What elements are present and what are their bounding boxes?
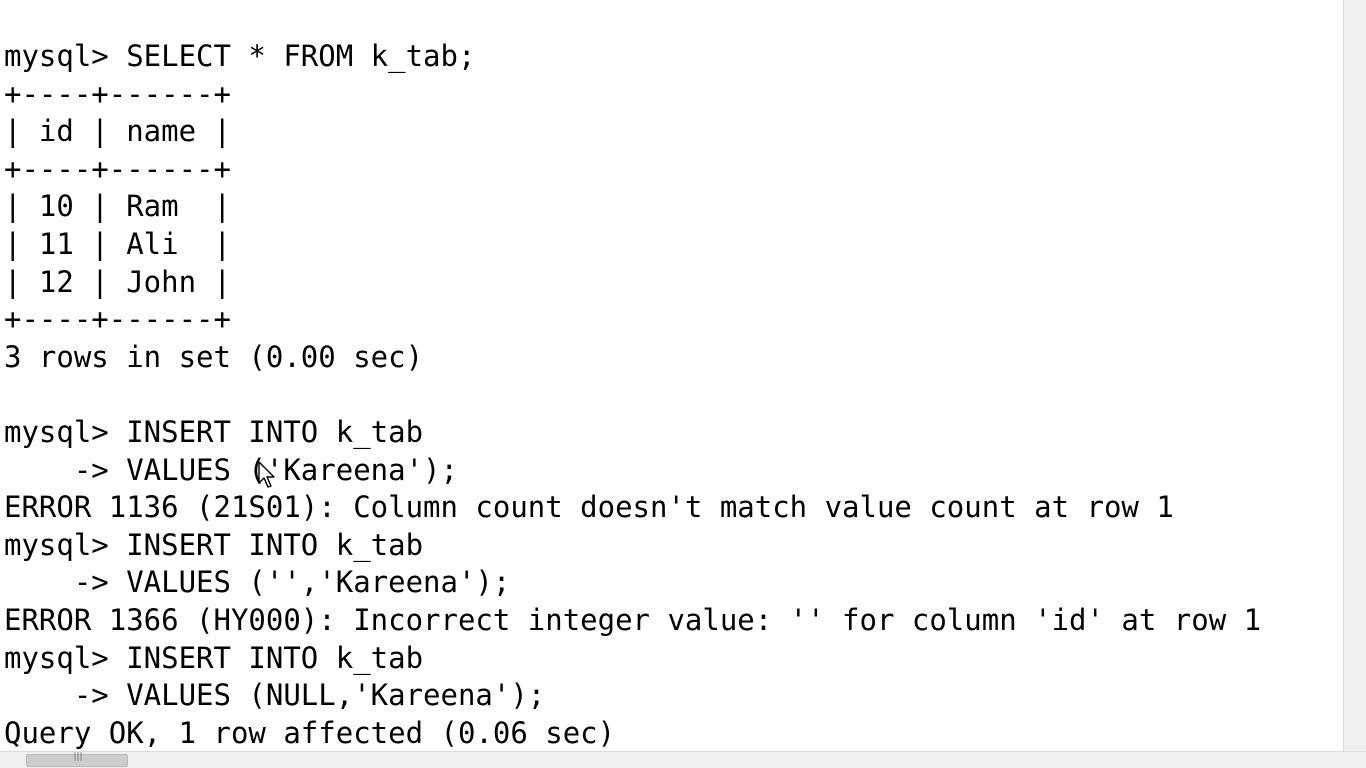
vertical-scrollbar[interactable] <box>1343 0 1366 752</box>
scroll-grip: ||| <box>73 752 83 762</box>
console-line: 3 rows in set (0.00 sec) <box>4 339 424 374</box>
console-line: mysql> INSERT INTO k_tab <box>4 414 424 449</box>
console-line: ERROR 1366 (HY000): Incorrect integer va… <box>4 602 1262 637</box>
console-output[interactable]: mysql> SELECT * FROM k_tab; +----+------… <box>4 38 1344 750</box>
arrow-pointer-icon <box>258 461 275 488</box>
console-line: mysql> INSERT INTO k_tab <box>4 640 424 675</box>
console-line: | id | name | <box>4 114 231 149</box>
console-line: +----+------+ <box>4 302 231 337</box>
console-line: | 12 | John | <box>4 264 231 299</box>
console-line: | 11 | Ali | <box>4 226 231 261</box>
console-line: -> VALUES ('','Kareena'); <box>4 565 511 600</box>
console-line: | 10 | Ram | <box>4 189 231 224</box>
terminal-window: mysql> SELECT * FROM k_tab; +----+------… <box>0 0 1366 768</box>
horizontal-scrollbar[interactable]: ||| <box>0 751 1366 768</box>
console-line: mysql> INSERT INTO k_tab <box>4 527 424 562</box>
console-line: +----+------+ <box>4 76 231 111</box>
console-line: ERROR 1136 (21S01): Column count doesn't… <box>4 490 1174 525</box>
console-line: -> VALUES ('Kareena'); <box>4 452 458 487</box>
horizontal-scroll-thumb[interactable]: ||| <box>26 752 128 767</box>
console-line: +----+------+ <box>4 151 231 186</box>
console-line: Query OK, 1 row affected (0.06 sec) <box>4 715 616 750</box>
console-line: -> VALUES (NULL,'Kareena'); <box>4 678 546 713</box>
console-line: mysql> SELECT * FROM k_tab; <box>4 39 476 73</box>
